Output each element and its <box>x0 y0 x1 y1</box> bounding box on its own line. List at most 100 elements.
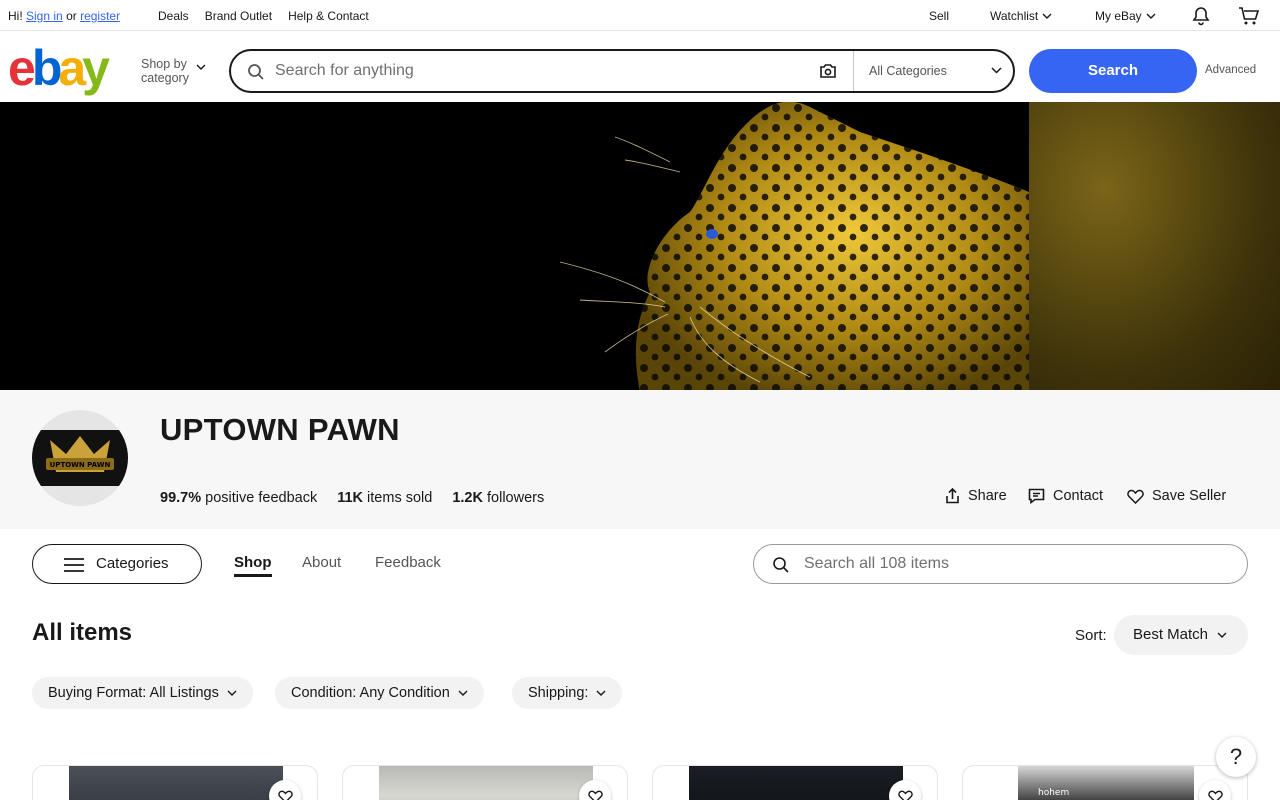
shop-by-line1: Shop by <box>141 57 187 71</box>
sign-in-link[interactable]: Sign in <box>26 9 63 23</box>
search-button[interactable]: Search <box>1029 49 1197 93</box>
watch-item-button[interactable] <box>269 780 301 800</box>
logo-letter-b: b <box>31 40 62 96</box>
filter-condition[interactable]: Condition: Any Condition <box>275 677 484 709</box>
share-icon <box>946 488 959 504</box>
ebay-logo[interactable]: ebay <box>8 40 110 96</box>
sort-value: Best Match <box>1133 626 1209 643</box>
watch-item-button[interactable] <box>889 780 921 800</box>
share-label: Share <box>968 488 1007 504</box>
leopard-banner-image <box>251 102 1029 390</box>
heart-icon <box>277 790 293 800</box>
sell-label: Sell <box>929 9 950 23</box>
save-seller-label: Save Seller <box>1152 488 1227 504</box>
sold-label: items sold <box>367 490 433 506</box>
categories-button[interactable]: Categories <box>32 544 202 584</box>
chevron-down-icon <box>196 64 206 70</box>
help-contact-link[interactable]: Help & Contact <box>288 9 369 23</box>
followers-label: followers <box>487 490 545 506</box>
greeting-text: Hi! <box>8 9 23 23</box>
sell-link[interactable]: Sell <box>929 9 949 23</box>
message-icon <box>1028 488 1045 504</box>
seller-stats: 99.7% positive feedback 11K items sold 1… <box>160 490 544 506</box>
logo-letter-e: e <box>8 40 36 96</box>
contact-button[interactable]: Contact <box>1028 488 1103 504</box>
sort-dropdown[interactable]: Best Match <box>1114 615 1248 655</box>
search-icon <box>773 557 789 573</box>
sort-label: Sort: <box>1075 627 1107 644</box>
tab-about[interactable]: About <box>302 554 341 571</box>
followers-value: 1.2K <box>452 490 483 506</box>
items-sold-stat: 11K items sold <box>337 490 432 506</box>
tab-feedback[interactable]: Feedback <box>375 554 441 571</box>
register-link[interactable]: register <box>80 9 120 23</box>
watch-item-button[interactable] <box>1199 780 1231 800</box>
item-card[interactable] <box>652 765 938 800</box>
chevron-down-icon <box>458 690 468 696</box>
filter-buying-format[interactable]: Buying Format: All Listings <box>32 677 253 709</box>
positive-feedback-stat[interactable]: 99.7% positive feedback <box>160 490 317 506</box>
global-top-bar: Hi! Sign in or register Deals Brand Outl… <box>0 0 1280 31</box>
store-search-box <box>753 544 1248 584</box>
filter-buying-format-label: Buying Format: All Listings <box>48 685 219 701</box>
chevron-down-icon <box>1042 13 1052 19</box>
store-avatar: UPTOWN PAWN <box>32 410 128 506</box>
feedback-value: 99.7% <box>160 490 202 506</box>
heart-icon <box>587 790 603 800</box>
tab-shop[interactable]: Shop <box>234 554 272 577</box>
filter-shipping[interactable]: Shipping: <box>512 677 623 709</box>
filter-condition-label: Condition: Any Condition <box>291 685 450 701</box>
item-image <box>69 766 283 800</box>
global-search-box: All Categories <box>229 49 1015 93</box>
contact-label: Contact <box>1053 488 1103 504</box>
help-button[interactable]: ? <box>1216 737 1256 777</box>
logo-letter-y: y <box>82 40 110 96</box>
chevron-down-icon <box>227 690 237 696</box>
share-button[interactable]: Share <box>945 488 1007 504</box>
item-image: hohem <box>1018 766 1194 800</box>
item-image <box>379 766 593 800</box>
followers-stat: 1.2K followers <box>452 490 544 506</box>
watchlist-menu[interactable]: Watchlist <box>990 9 1052 23</box>
store-banner <box>0 102 1280 390</box>
watch-item-button[interactable] <box>579 780 611 800</box>
heart-icon <box>1207 790 1223 800</box>
all-items-heading: All items <box>32 619 133 646</box>
watchlist-label: Watchlist <box>990 9 1039 23</box>
or-text: or <box>66 9 77 23</box>
chevron-down-icon <box>991 67 1002 74</box>
avatar-logo-text: UPTOWN PAWN <box>50 461 111 469</box>
chevron-down-icon <box>1146 13 1156 19</box>
item-card[interactable] <box>32 765 318 800</box>
save-seller-button[interactable]: Save Seller <box>1127 488 1226 504</box>
item-card[interactable] <box>342 765 628 800</box>
advanced-search-link[interactable]: Advanced <box>1205 64 1256 76</box>
my-ebay-label: My eBay <box>1095 9 1142 23</box>
search-divider <box>853 51 854 91</box>
logo-letter-a: a <box>58 40 86 96</box>
greeting: Hi! Sign in or register <box>8 9 120 23</box>
my-ebay-menu[interactable]: My eBay <box>1095 9 1156 23</box>
hamburger-menu-icon <box>64 558 84 572</box>
feedback-label: positive feedback <box>205 490 318 506</box>
heart-icon <box>1127 489 1144 504</box>
global-search-input[interactable] <box>275 59 795 83</box>
chevron-down-icon <box>596 690 606 696</box>
heart-icon <box>897 790 913 800</box>
item-card[interactable]: hohem <box>962 765 1248 800</box>
item-image-text: hohem <box>1038 788 1070 798</box>
category-select[interactable]: All Categories <box>869 64 947 78</box>
store-search-input[interactable] <box>804 553 1224 575</box>
seller-info-panel: UPTOWN PAWN UPTOWN PAWN 99.7% positive f… <box>0 390 1280 529</box>
search-icon <box>248 64 264 80</box>
camera-icon[interactable] <box>819 63 837 79</box>
item-image <box>689 766 903 800</box>
filter-shipping-label: Shipping: <box>528 685 589 701</box>
store-name: UPTOWN PAWN <box>160 412 400 447</box>
brand-outlet-link[interactable]: Brand Outlet <box>205 9 272 23</box>
shop-by-category-button[interactable]: Shop by category <box>141 57 189 85</box>
notifications-bell-icon[interactable] <box>1191 6 1211 26</box>
main-header: ebay Shop by category All Categories Sea… <box>0 31 1280 102</box>
cart-icon[interactable] <box>1238 6 1260 26</box>
deals-link[interactable]: Deals <box>158 9 189 23</box>
